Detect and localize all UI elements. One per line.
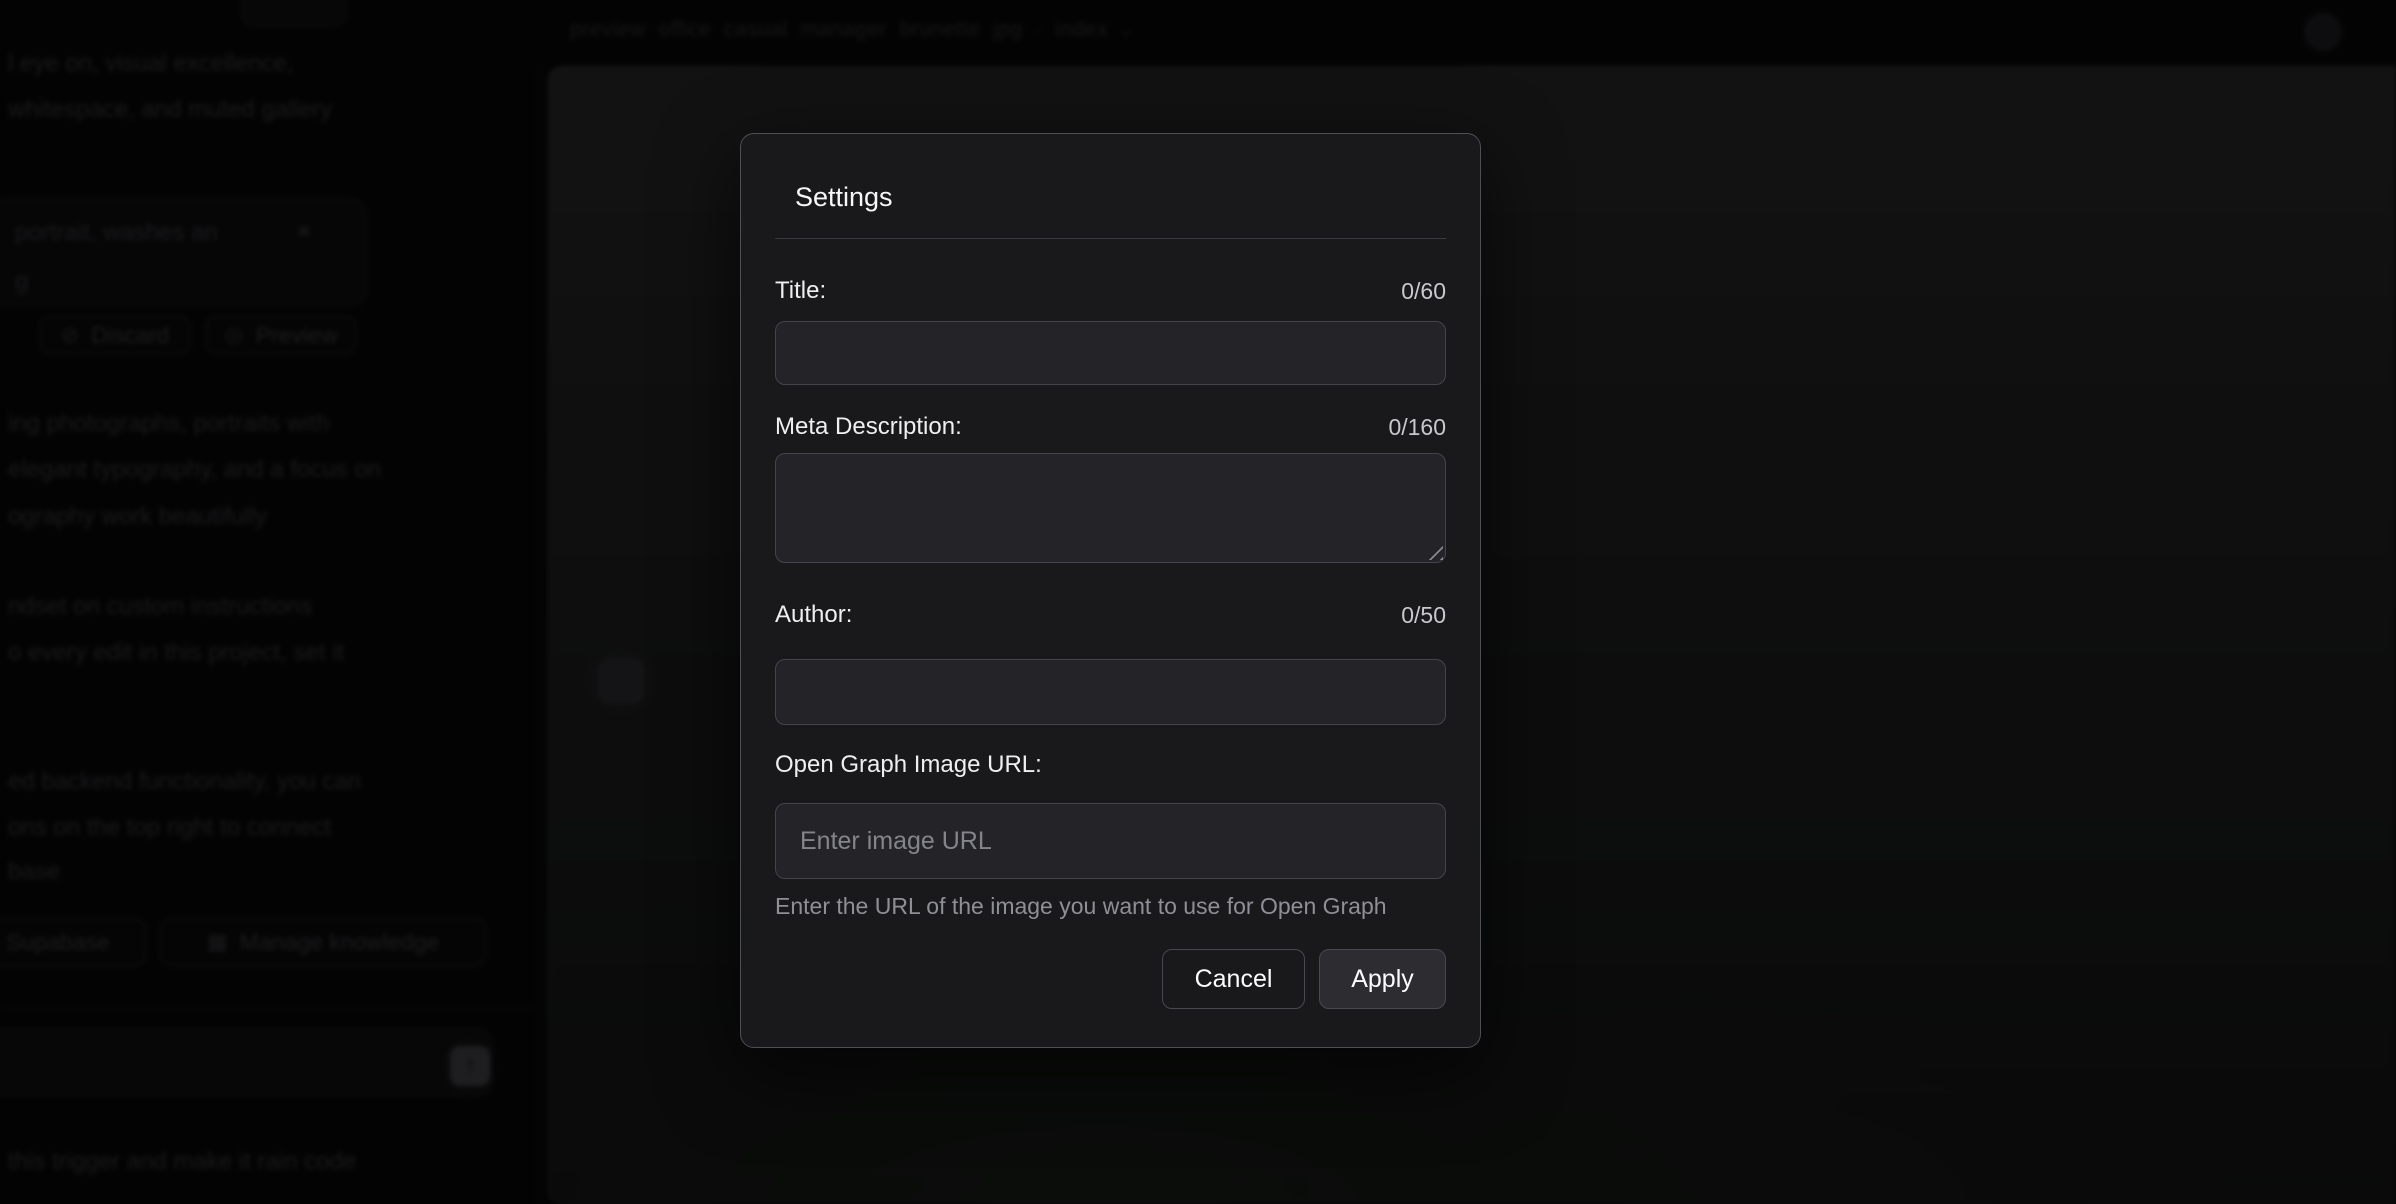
modal-title: Settings <box>795 180 1446 214</box>
meta-description-char-counter: 0/160 <box>1388 413 1446 441</box>
app-window: preview office casual manager brunette j… <box>0 0 2396 1204</box>
og-image-url-input[interactable] <box>775 803 1446 879</box>
cancel-button[interactable]: Cancel <box>1162 949 1305 1009</box>
author-label: Author: <box>775 601 852 629</box>
title-label: Title: <box>775 277 826 305</box>
apply-button[interactable]: Apply <box>1319 949 1446 1009</box>
og-image-url-helper-text: Enter the URL of the image you want to u… <box>775 893 1446 919</box>
modal-title-divider <box>775 238 1446 239</box>
author-char-counter: 0/50 <box>1401 601 1446 629</box>
meta-description-textarea[interactable] <box>775 453 1446 563</box>
settings-modal: Settings Title: 0/60 Meta Description: 0… <box>740 133 1481 1048</box>
title-input[interactable] <box>775 321 1446 385</box>
og-image-url-label: Open Graph Image URL: <box>775 751 1042 779</box>
meta-description-label: Meta Description: <box>775 413 962 441</box>
title-char-counter: 0/60 <box>1401 277 1446 305</box>
author-input[interactable] <box>775 659 1446 725</box>
